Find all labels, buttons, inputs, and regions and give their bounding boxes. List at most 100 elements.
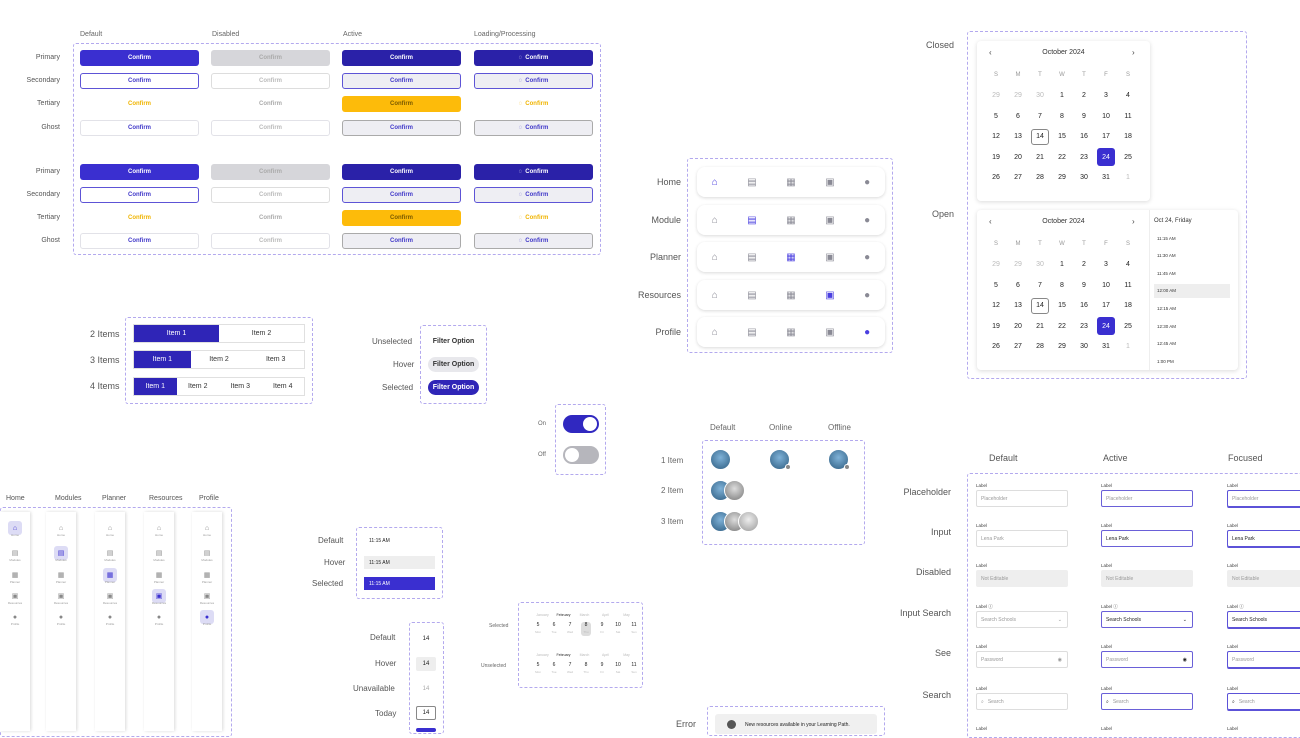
month-label[interactable]: May — [619, 612, 634, 619]
button-tertiary[interactable]: Confirm — [342, 210, 461, 226]
text-input[interactable]: Password◉ — [1227, 651, 1300, 668]
seg-item[interactable]: Item 1 — [134, 351, 191, 368]
calendar-day[interactable]: 8 — [1051, 106, 1073, 127]
segmented-4[interactable]: Item 1 Item 2 Item 3 Item 4 — [133, 377, 305, 396]
month-label[interactable]: April — [598, 612, 613, 619]
day-chip[interactable]: 9 Fri — [597, 622, 607, 636]
filter-chip-unselected[interactable]: Filter Option — [428, 334, 479, 349]
home-icon[interactable]: ⌂ — [712, 327, 718, 338]
calendar-day[interactable]: 21 — [1029, 316, 1051, 337]
home-icon[interactable]: ⌂ — [712, 290, 718, 301]
month-label[interactable]: March — [577, 652, 592, 659]
calendar-day[interactable]: 7 — [1029, 106, 1051, 127]
text-input[interactable]: Search Schools⌄ — [976, 611, 1068, 628]
resources-icon[interactable]: ▣ — [825, 327, 834, 338]
seg-item[interactable]: Item 2 — [191, 351, 248, 368]
calendar-day[interactable]: 19 — [985, 147, 1007, 168]
calendar-day[interactable]: 28 — [1029, 337, 1051, 358]
month-label[interactable]: January — [535, 612, 550, 619]
module-icon[interactable]: ▤ — [747, 252, 756, 263]
resources-icon[interactable]: ▣ — [825, 215, 834, 226]
calendar-day[interactable]: 1 — [1117, 168, 1139, 189]
calendar-day[interactable]: 15 — [1051, 127, 1073, 148]
planner-icon[interactable]: ▦ — [786, 252, 795, 263]
calendar-day[interactable]: 25 — [1117, 316, 1139, 337]
filter-chip-hover[interactable]: Filter Option — [428, 357, 479, 372]
button-ghost[interactable]: Confirm — [342, 233, 461, 249]
calendar-day[interactable]: 12 — [985, 127, 1007, 148]
calendar-day[interactable]: 18 — [1117, 296, 1139, 317]
calendar-day[interactable]: 11 — [1117, 106, 1139, 127]
calendar-day[interactable]: 5 — [985, 275, 1007, 296]
time-option[interactable]: 11:30 AM — [1154, 249, 1230, 263]
calendar-day[interactable]: 31 — [1095, 168, 1117, 189]
text-input[interactable]: Search Schools⌄ — [1227, 611, 1300, 628]
month-label[interactable]: February — [556, 612, 571, 619]
calendar-day[interactable]: 16 — [1073, 296, 1095, 317]
toggle-on[interactable] — [563, 415, 599, 433]
day-cell-default[interactable]: 14 — [416, 632, 436, 646]
module-icon[interactable]: ▤ — [747, 215, 756, 226]
seg-item[interactable]: Item 3 — [219, 378, 262, 395]
home-icon[interactable]: ⌂ — [712, 177, 718, 188]
seg-item[interactable]: Item 3 — [247, 351, 304, 368]
day-cell-selected[interactable] — [416, 728, 436, 732]
resources-icon[interactable]: ▣ — [825, 177, 834, 188]
time-option[interactable]: 12:00 AM — [1154, 283, 1230, 298]
calendar-day[interactable]: 2 — [1073, 86, 1095, 107]
day-chip[interactable]: 9 Fri — [597, 662, 607, 676]
text-input[interactable]: ⌕ Search — [1227, 693, 1300, 710]
next-month-icon[interactable]: › — [1132, 217, 1135, 226]
calendar-day[interactable]: 17 — [1095, 127, 1117, 148]
calendar-day[interactable]: 30 — [1073, 337, 1095, 358]
button-ghost[interactable]: ◌ Confirm — [474, 120, 593, 136]
button-secondary[interactable]: ◌ Confirm — [474, 187, 593, 203]
eye-icon[interactable]: ◉ — [1058, 657, 1062, 663]
chevron-down-icon[interactable]: ⌄ — [1183, 617, 1187, 623]
day-cell-today[interactable]: 14 — [416, 706, 436, 720]
seg-item[interactable]: Item 2 — [177, 378, 220, 395]
calendar-day[interactable]: 4 — [1117, 86, 1139, 107]
calendar-day[interactable]: 3 — [1095, 86, 1117, 107]
next-month-icon[interactable]: › — [1132, 48, 1135, 57]
button-tertiary[interactable]: Confirm — [342, 96, 461, 112]
text-input[interactable]: Placeholder — [1101, 490, 1193, 507]
time-option[interactable]: 12:15 AM — [1154, 301, 1230, 315]
calendar-day[interactable]: 30 — [1029, 255, 1051, 276]
segmented-3[interactable]: Item 1 Item 2 Item 3 — [133, 350, 305, 369]
resources-icon[interactable]: ▣ — [825, 290, 834, 301]
calendar-day[interactable]: 29 — [985, 255, 1007, 276]
seg-item[interactable]: Item 2 — [219, 325, 304, 342]
button-primary[interactable]: ◌ Confirm — [474, 50, 593, 66]
calendar-day[interactable]: 14 — [1029, 127, 1051, 148]
month-label[interactable]: January — [535, 652, 550, 659]
home-icon[interactable]: ⌂ — [712, 215, 718, 226]
calendar-day[interactable]: 24 — [1095, 316, 1117, 337]
month-label[interactable]: April — [598, 652, 613, 659]
segmented-2[interactable]: Item 1 Item 2 — [133, 324, 305, 343]
calendar-day[interactable]: 29 — [1051, 337, 1073, 358]
calendar-day[interactable]: 7 — [1029, 275, 1051, 296]
calendar-day[interactable]: 23 — [1073, 316, 1095, 337]
time-slot-hover[interactable]: 11:15 AM — [364, 556, 435, 569]
time-slot-selected[interactable]: 11:15 AM — [364, 577, 435, 590]
day-chip[interactable]: 11 Sun — [629, 662, 639, 676]
day-chip[interactable]: 7 Wed — [565, 622, 575, 636]
calendar-day[interactable]: 6 — [1007, 275, 1029, 296]
day-chip[interactable]: 8 Thu — [581, 622, 591, 636]
calendar-day[interactable]: 1 — [1051, 255, 1073, 276]
module-icon[interactable]: ▤ — [747, 327, 756, 338]
calendar-day[interactable]: 20 — [1007, 147, 1029, 168]
calendar-day[interactable]: 10 — [1095, 106, 1117, 127]
month-label[interactable]: February — [556, 652, 571, 659]
module-icon[interactable]: ▤ — [747, 177, 756, 188]
calendar-day[interactable]: 10 — [1095, 275, 1117, 296]
button-tertiary[interactable]: Confirm — [80, 96, 199, 112]
seg-item[interactable]: Item 1 — [134, 378, 177, 395]
time-option[interactable]: 11:15 AM — [1154, 231, 1230, 245]
text-input[interactable]: Password◉ — [1101, 651, 1193, 668]
button-tertiary[interactable]: Confirm — [80, 210, 199, 226]
calendar-day[interactable]: 13 — [1007, 127, 1029, 148]
text-input[interactable]: ⌕ Search — [1101, 693, 1193, 710]
calendar-day[interactable]: 31 — [1095, 337, 1117, 358]
